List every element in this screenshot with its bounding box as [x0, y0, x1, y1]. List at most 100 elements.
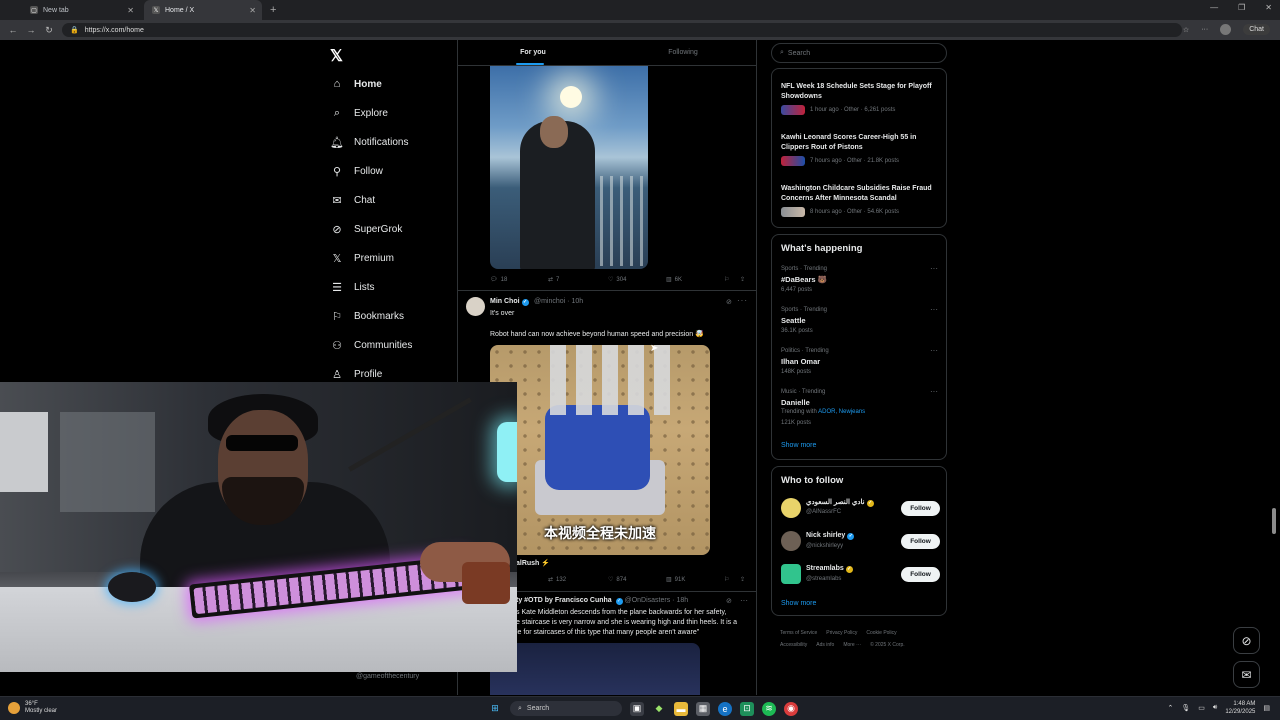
share-icon[interactable]: ⇪ — [740, 576, 745, 583]
trend-name[interactable]: Seattle — [781, 316, 806, 325]
quote-author[interactable]: alRush ⚡ — [516, 559, 550, 567]
follow-suggestion-name[interactable]: نادي النصر السعودي ✓ — [806, 498, 874, 507]
nav-supergrok[interactable]: ⊘ SuperGrok — [330, 219, 402, 239]
trend-related-links[interactable]: ADOR, Newjeans — [818, 409, 865, 415]
trend-name[interactable]: Danielle — [781, 398, 810, 407]
avatar[interactable] — [466, 297, 485, 316]
close-window-icon[interactable]: ✕ — [1265, 3, 1272, 12]
nav-chat[interactable]: ✉ Chat — [330, 190, 375, 210]
footer-link[interactable]: Ads info — [816, 642, 834, 648]
forward-icon[interactable]: → — [26, 25, 36, 35]
post-image[interactable] — [490, 643, 700, 695]
close-tab-icon[interactable]: ✕ — [249, 6, 256, 15]
nav-follow[interactable]: ⚲ Follow — [330, 161, 383, 181]
reply-button[interactable]: 💬︎ 18 — [490, 276, 548, 284]
microphone-icon[interactable]: 🎙︎ — [1181, 704, 1190, 712]
nav-communities[interactable]: ⚇ Communities — [330, 335, 412, 355]
post-time[interactable]: 10h — [571, 298, 583, 305]
close-tab-icon[interactable]: ✕ — [127, 6, 134, 15]
taskbar-search[interactable]: ⌕ Search — [510, 701, 622, 716]
nav-bookmarks[interactable]: ⚐ Bookmarks — [330, 306, 404, 326]
tab-for-you[interactable]: For you — [458, 40, 608, 65]
store-icon[interactable]: ▦ — [696, 701, 710, 716]
edge-icon[interactable]: e — [718, 701, 732, 716]
footer-link[interactable]: More ··· — [843, 642, 861, 648]
follow-button[interactable]: Follow — [901, 501, 940, 516]
like-button[interactable]: ♡ 874 — [608, 576, 666, 584]
footer-link[interactable]: Accessibility — [780, 642, 807, 648]
footer-link[interactable]: Terms of Service — [780, 630, 817, 636]
clock[interactable]: 1:48 AM 12/29/2025 — [1225, 700, 1255, 716]
search-input[interactable]: ⌕ Search — [771, 43, 947, 63]
more-icon[interactable]: ··· — [930, 346, 938, 355]
news-item[interactable]: NFL Week 18 Schedule Sets Stage for Play… — [781, 82, 941, 102]
nav-notifications[interactable]: 🔔︎ Notifications — [330, 132, 408, 152]
avatar[interactable] — [781, 498, 801, 518]
scrollbar-thumb[interactable] — [1272, 508, 1276, 534]
grok-button[interactable]: ⊘ — [1233, 627, 1260, 654]
xbox-icon[interactable]: ⊡ — [740, 701, 754, 716]
footer-link[interactable]: Cookie Policy — [866, 630, 896, 636]
favorite-icon[interactable]: ☆ — [1183, 26, 1189, 34]
grok-icon[interactable]: ⊘ — [726, 597, 732, 605]
nav-home[interactable]: ⌂ Home — [330, 74, 382, 94]
notifications-icon[interactable]: ▤ — [1263, 704, 1270, 712]
obs-icon[interactable]: ◉ — [784, 701, 798, 716]
more-icon[interactable]: ··· — [930, 264, 938, 273]
follow-button[interactable]: Follow — [901, 567, 940, 582]
minimize-icon[interactable]: — — [1210, 3, 1218, 12]
bookmark-icon[interactable]: ⚐ — [724, 276, 740, 283]
post-time[interactable]: 18h — [676, 597, 688, 604]
back-icon[interactable]: ← — [8, 25, 18, 35]
avatar[interactable] — [781, 531, 801, 551]
file-explorer-icon[interactable]: ▬ — [674, 701, 688, 716]
like-button[interactable]: ♡ 304 — [608, 276, 666, 284]
views-button[interactable]: ▥ 6K — [666, 276, 724, 284]
account-handle[interactable]: @gameofthecentury — [356, 673, 419, 680]
repost-button[interactable]: ⇄ 132 — [548, 576, 608, 584]
tab-home-x[interactable]: 𝕏 Home / X ✕ — [144, 0, 262, 20]
nav-premium[interactable]: 𝕏 Premium — [330, 248, 394, 268]
more-icon[interactable]: ··· — [740, 596, 748, 605]
grok-icon[interactable]: ⊘ — [726, 298, 732, 306]
author-name[interactable]: Min Choi ✓ — [490, 298, 529, 306]
chevron-up-icon[interactable]: ⌃ — [1168, 704, 1174, 712]
news-item[interactable]: Kawhi Leonard Scores Career-High 55 in C… — [781, 133, 941, 153]
repost-button[interactable]: ⇄ 7 — [548, 276, 608, 284]
author-handle[interactable]: @minchoi — [534, 298, 565, 305]
views-button[interactable]: ▥ 91K — [666, 576, 724, 584]
post-image[interactable] — [490, 66, 648, 269]
x-logo-icon[interactable]: 𝕏 — [330, 46, 343, 66]
copilot-chat-button[interactable]: Chat — [1243, 24, 1270, 35]
nav-explore[interactable]: ⌕ Explore — [330, 103, 388, 123]
more-icon[interactable]: ··· — [930, 305, 938, 314]
task-view-icon[interactable]: ▣ — [630, 701, 644, 716]
new-tab-button[interactable]: + — [270, 4, 276, 16]
spotify-icon[interactable]: ≋ — [762, 701, 776, 716]
post-video[interactable]: 本视频全程未加速 — [490, 345, 710, 555]
tab-following[interactable]: Following — [608, 40, 756, 65]
nav-profile[interactable]: ♙ Profile — [330, 364, 382, 384]
news-item[interactable]: Washington Childcare Subsidies Raise Fra… — [781, 184, 941, 204]
trend-name[interactable]: #DaBears 🐻 — [781, 275, 827, 284]
network-icon[interactable]: ▭ — [1198, 704, 1205, 712]
avatar[interactable] — [781, 564, 801, 584]
address-bar[interactable]: 🔒 https://x.com/home — [62, 23, 1182, 37]
bookmark-icon[interactable]: ⚐ — [724, 576, 740, 583]
profile-avatar[interactable] — [1220, 24, 1232, 35]
show-more-link[interactable]: Show more — [781, 600, 816, 607]
follow-suggestion-name[interactable]: Nick shirley ✓ — [806, 532, 855, 540]
follow-button[interactable]: Follow — [901, 534, 940, 549]
menu-icon[interactable]: ··· — [1201, 26, 1208, 33]
share-icon[interactable]: ⇪ — [740, 276, 745, 283]
weather-widget[interactable]: 36°F Mostly clear — [8, 701, 57, 715]
show-more-link[interactable]: Show more — [781, 442, 816, 449]
nvidia-icon[interactable]: ◆ — [652, 702, 666, 716]
volume-icon[interactable]: 🔊︎ — [1213, 704, 1217, 712]
start-icon[interactable]: ⊞ — [488, 702, 502, 716]
trend-name[interactable]: Ilhan Omar — [781, 357, 820, 366]
more-icon[interactable]: ··· — [737, 296, 748, 305]
tab-new-tab[interactable]: ▢ New tab ✕ — [22, 0, 140, 20]
author-name[interactable]: ty #OTD by Francisco Cunha — [516, 597, 612, 604]
more-icon[interactable]: ··· — [930, 387, 938, 396]
